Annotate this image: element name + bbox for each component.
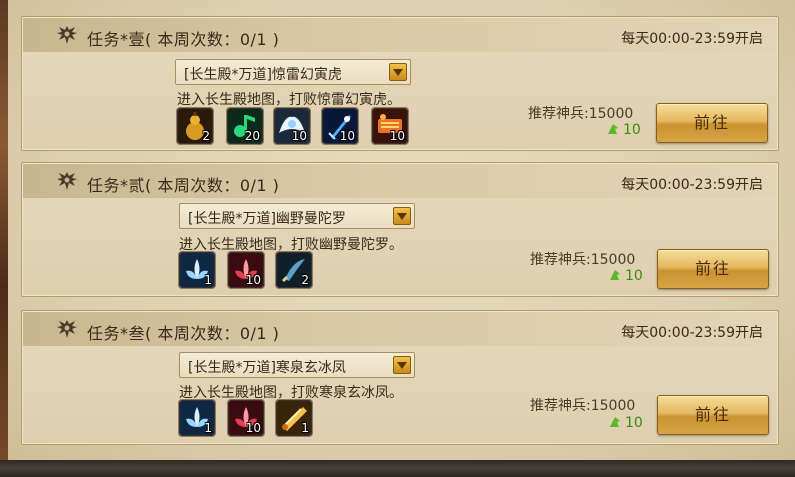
boss-select[interactable]: [长生殿*万道]寒泉玄冰凤 [179, 352, 415, 378]
reward-item[interactable]: 2 [177, 108, 213, 144]
bottom-border [0, 460, 795, 477]
reward-item[interactable]: 1 [179, 400, 215, 436]
dragon-emblem-icon [57, 172, 77, 190]
task-header: 任务*壹( 本周次数：0/1 ) 每天00:00-23:59开启 [23, 18, 777, 52]
boss-select[interactable]: [长生殿*万道]惊雷幻寅虎 [175, 59, 411, 85]
reward-count: 1 [301, 421, 309, 435]
boss-select-value: [长生殿*万道]幽野曼陀罗 [188, 211, 346, 227]
reward-count: 2 [202, 129, 210, 143]
reward-item[interactable]: 10 [228, 252, 264, 288]
reward-item[interactable]: 20 [227, 108, 263, 144]
reward-count: 2 [301, 273, 309, 287]
green-arrow-icon [610, 417, 620, 427]
reward-count: 10 [245, 273, 261, 287]
reward-item[interactable]: 2 [276, 252, 312, 288]
chevron-down-icon[interactable] [389, 63, 407, 81]
task-title: 任务*叁( 本周次数：0/1 ) [87, 324, 280, 343]
chevron-down-icon[interactable] [393, 356, 411, 374]
reward-count: 1 [204, 421, 212, 435]
power-value: 10 [606, 122, 641, 138]
green-arrow-icon [610, 270, 620, 280]
task-schedule: 每天00:00-23:59开启 [621, 325, 763, 341]
go-button[interactable]: 前往 [657, 395, 769, 435]
task-description: 进入长生殿地图，打败寒泉玄冰凤。 [179, 385, 403, 401]
reward-count: 10 [339, 129, 355, 143]
task-description: 进入长生殿地图，打败惊雷幻寅虎。 [177, 92, 401, 108]
reward-item[interactable]: 10 [274, 108, 310, 144]
reward-count: 10 [389, 129, 405, 143]
left-border [0, 0, 8, 477]
dragon-emblem-icon [57, 320, 77, 338]
reward-count: 10 [245, 421, 261, 435]
reward-count: 1 [204, 273, 212, 287]
reward-item[interactable]: 10 [228, 400, 264, 436]
task-header: 任务*贰( 本周次数：0/1 ) 每天00:00-23:59开启 [23, 164, 777, 198]
go-button[interactable]: 前往 [656, 103, 768, 143]
dragon-emblem-icon [57, 26, 77, 44]
boss-select-value: [长生殿*万道]寒泉玄冰凤 [188, 360, 346, 376]
power-value: 10 [608, 415, 643, 431]
task-title: 任务*贰( 本周次数：0/1 ) [87, 176, 280, 195]
task-description: 进入长生殿地图，打败幽野曼陀罗。 [179, 237, 403, 253]
chevron-down-icon[interactable] [393, 207, 411, 225]
task-card-1: 任务*壹( 本周次数：0/1 ) 每天00:00-23:59开启 [长生殿*万道… [21, 16, 779, 151]
recommended-power: 推荐神兵:15000 [528, 106, 634, 122]
boss-select-value: [长生殿*万道]惊雷幻寅虎 [184, 67, 342, 83]
reward-item[interactable]: 10 [322, 108, 358, 144]
task-header: 任务*叁( 本周次数：0/1 ) 每天00:00-23:59开启 [23, 312, 777, 346]
power-number: 10 [625, 268, 643, 284]
green-arrow-icon [608, 124, 618, 134]
recommended-power: 推荐神兵:15000 [530, 398, 636, 414]
reward-count: 20 [244, 129, 260, 143]
reward-item[interactable]: 1 [179, 252, 215, 288]
task-card-3: 任务*叁( 本周次数：0/1 ) 每天00:00-23:59开启 [长生殿*万道… [21, 310, 779, 445]
reward-count: 10 [291, 129, 307, 143]
power-number: 10 [623, 122, 641, 138]
reward-item[interactable]: 1 [276, 400, 312, 436]
go-button[interactable]: 前往 [657, 249, 769, 289]
boss-select[interactable]: [长生殿*万道]幽野曼陀罗 [179, 203, 415, 229]
recommended-power: 推荐神兵:15000 [530, 252, 636, 268]
panel-frame: 任务*壹( 本周次数：0/1 ) 每天00:00-23:59开启 [长生殿*万道… [0, 0, 795, 477]
task-title: 任务*壹( 本周次数：0/1 ) [87, 30, 280, 49]
task-schedule: 每天00:00-23:59开启 [621, 31, 763, 47]
task-schedule: 每天00:00-23:59开启 [621, 177, 763, 193]
reward-item[interactable]: 10 [372, 108, 408, 144]
power-number: 10 [625, 415, 643, 431]
power-value: 10 [608, 268, 643, 284]
task-card-2: 任务*贰( 本周次数：0/1 ) 每天00:00-23:59开启 [长生殿*万道… [21, 162, 779, 297]
